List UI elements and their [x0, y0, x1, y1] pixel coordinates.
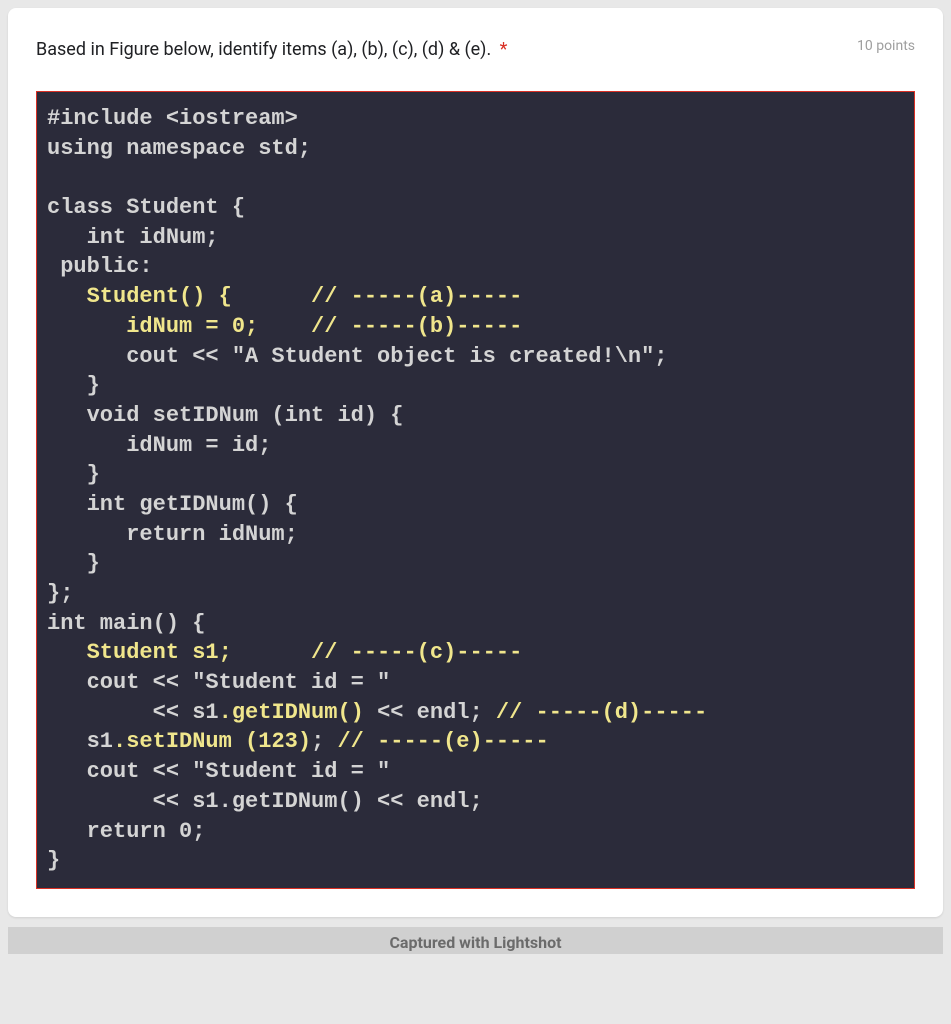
code-line: Student() { // -----(a)----- [47, 282, 904, 312]
code-line: cout << "Student id = " [47, 668, 904, 698]
code-line: int idNum; [47, 223, 904, 253]
code-line: public: [47, 252, 904, 282]
code-line: } [47, 846, 904, 876]
code-line: cout << "Student id = " [47, 757, 904, 787]
lightshot-footer: Captured with Lightshot [8, 927, 943, 954]
code-line: return idNum; [47, 520, 904, 550]
code-line: cout << "A Student object is created!\n"… [47, 342, 904, 372]
code-line: return 0; [47, 817, 904, 847]
question-text: Based in Figure below, identify items (a… [36, 36, 507, 63]
points-label: 10 points [837, 36, 915, 54]
question-header: Based in Figure below, identify items (a… [36, 36, 915, 63]
code-line: } [47, 460, 904, 490]
code-line: << s1.getIDNum() << endl; [47, 787, 904, 817]
code-line: #include <iostream> [47, 104, 904, 134]
code-line: } [47, 549, 904, 579]
code-line: Student s1; // -----(c)----- [47, 638, 904, 668]
code-line: void setIDNum (int id) { [47, 401, 904, 431]
code-line: } [47, 371, 904, 401]
code-line: << s1.getIDNum() << endl; // -----(d)---… [47, 698, 904, 728]
question-text-content: Based in Figure below, identify items (a… [36, 39, 491, 60]
code-line: s1.setIDNum (123); // -----(e)----- [47, 727, 904, 757]
code-line: idNum = id; [47, 431, 904, 461]
code-line: class Student { [47, 193, 904, 223]
code-line: idNum = 0; // -----(b)----- [47, 312, 904, 342]
code-line: }; [47, 579, 904, 609]
code-line: using namespace std; [47, 134, 904, 164]
code-line: int main() { [47, 609, 904, 639]
footer-label: Captured with Lightshot [389, 933, 561, 952]
code-figure: #include <iostream>using namespace std; … [36, 91, 915, 889]
code-line [47, 163, 904, 193]
required-asterisk: * [500, 39, 508, 60]
question-card: Based in Figure below, identify items (a… [8, 8, 943, 917]
code-line: int getIDNum() { [47, 490, 904, 520]
